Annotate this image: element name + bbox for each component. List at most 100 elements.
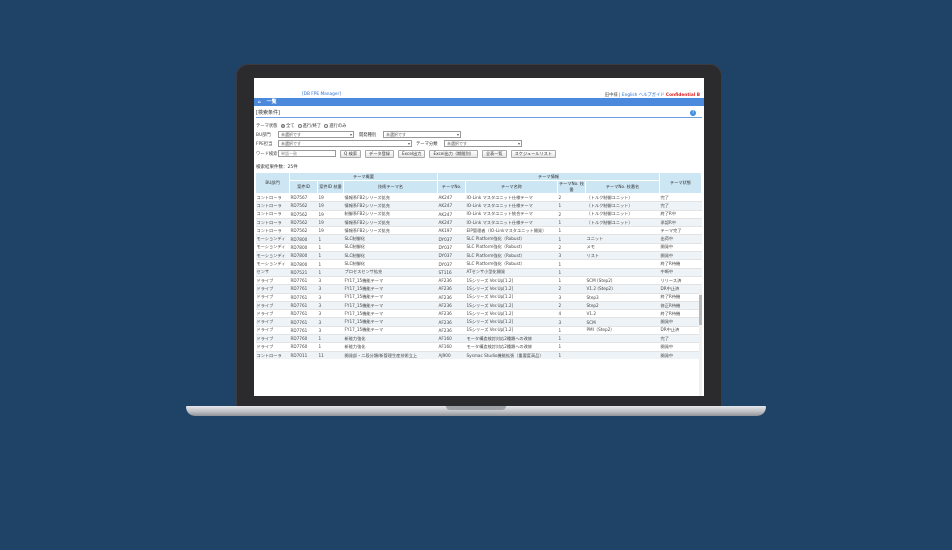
- all-list-button[interactable]: 全表一覧: [481, 149, 507, 158]
- col-case-id[interactable]: 案件ID: [289, 180, 318, 194]
- table-cell: 3: [557, 292, 586, 302]
- table-cell: DY037: [437, 234, 466, 244]
- word-label: ワード検索: [256, 151, 278, 157]
- table-row[interactable]: コントローラ RD7562 19 情報系FB2シリーズ拡充 AK197 EIP管理者（IO…: [255, 226, 702, 235]
- col-theme-branch-name[interactable]: テーマNo. 枝番名: [585, 180, 661, 194]
- table-cell: 情報系FB2シリーズ拡充: [343, 226, 438, 235]
- table-cell: 3: [557, 251, 586, 260]
- col-case-branch[interactable]: 案件ID 枝番: [317, 180, 344, 194]
- table-row[interactable]: ドライブ RD7761 3 FY17_15機能テーマ AF236 1Sシリーズ Ver.U…: [255, 275, 702, 285]
- table-cell: AF236: [437, 300, 466, 310]
- table-cell: AF236: [437, 317, 466, 327]
- dev-select[interactable]: 未選択です: [383, 131, 461, 138]
- table-cell: 開発部・二段分類/新管理生産技術立上: [343, 350, 438, 360]
- table-row[interactable]: モーションディ RD7800 1 SLC制御化 DY037 SLC Platform強化（…: [255, 242, 702, 252]
- table-cell: 1: [557, 226, 586, 235]
- table-cell: 1: [317, 267, 344, 277]
- excel-period-button[interactable]: Excel出力（期間別）: [429, 149, 478, 158]
- table-cell: 情報系FB2シリーズ拡充: [343, 192, 438, 202]
- header-links: 田中様 | English ヘルプガイド Confidential B: [604, 93, 700, 98]
- data-register-button[interactable]: データ登録: [365, 149, 394, 158]
- table-cell: 1: [557, 350, 586, 360]
- table-row[interactable]: ドライブ RD7761 3 FY17_15機能テーマ AF236 1Sシリーズ Ver.U…: [255, 317, 702, 327]
- table-cell: 開発中: [659, 251, 702, 260]
- table-row[interactable]: コントローラ RD7562 19 情報系FB2シリーズ拡充 AK247 IO-Link マ…: [255, 217, 702, 227]
- table-cell: SLC制御化: [343, 259, 438, 269]
- table-row[interactable]: ドライブ RD7761 3 FY17_15機能テーマ AF236 1Sシリーズ Ver.U…: [255, 325, 702, 335]
- table-row[interactable]: ドライブ RD7761 3 FY17_15機能テーマ AF236 1Sシリーズ Ver.U…: [255, 300, 702, 310]
- col-theme-no[interactable]: テーマNo.: [437, 180, 467, 194]
- radio-progress-end[interactable]: [297, 123, 302, 128]
- help-link[interactable]: ヘルプ: [639, 93, 652, 98]
- table-cell: 19: [317, 201, 344, 211]
- table-row[interactable]: センサ RD7521 1 プロセスセンサ拡充 ST116 ATセンサ小型化開発 1 中断中: [255, 267, 702, 277]
- col-tech-theme[interactable]: 技術テーマ名: [342, 180, 439, 194]
- bu-select[interactable]: 未選択です: [278, 131, 354, 138]
- app-name[interactable]: [DB FPE Manager]: [302, 92, 341, 97]
- table-cell: 完了: [659, 334, 702, 343]
- col-theme-branch[interactable]: テーマNo. 枝番: [557, 180, 587, 194]
- table-cell: AK247: [437, 217, 466, 227]
- table-cell: ドライブ: [255, 300, 290, 310]
- table-cell: コントローラ: [255, 350, 290, 360]
- table-cell: 終了R中: [659, 209, 702, 219]
- table-cell: 開発中: [659, 350, 702, 360]
- table-cell: ドライブ: [255, 334, 290, 343]
- fpe-select[interactable]: 未選択です: [278, 140, 412, 147]
- table-cell: RD7760: [289, 342, 318, 352]
- table-cell: 開発中: [659, 317, 702, 327]
- table-row[interactable]: モーションディ RD7800 1 SLC制御化 DY037 SLC Platform強化（…: [255, 251, 702, 260]
- language-link[interactable]: English: [622, 93, 638, 98]
- table-row[interactable]: コントローラ RD7567 19 情報系FB2シリーズ拡充 AK247 IO-Link マ…: [255, 192, 702, 202]
- word-input[interactable]: 単語一致: [278, 150, 336, 157]
- table-cell: コントローラ: [255, 226, 290, 235]
- table-cell: モーションディ: [255, 251, 290, 260]
- table-cell: 1Sシリーズ Ver.Up[1.2]: [465, 292, 558, 302]
- table-row[interactable]: ドライブ RD7760 1 新能力強化 AF160 モータ構造検討対応2種類への改修 1 完了: [255, 334, 702, 343]
- table-cell: IO-Link マスタユニット仕様テーマ: [465, 217, 558, 227]
- table-cell: ドライブ: [255, 284, 290, 294]
- table-row[interactable]: コントローラ RD7562 19 情報系FB2シリーズ拡充 AK247 IO-Link マ…: [255, 201, 702, 211]
- table-row[interactable]: ドライブ RD7761 3 FY17_15機能テーマ AF236 1Sシリーズ Ver.U…: [255, 284, 702, 294]
- table-cell: RD7761: [289, 284, 318, 294]
- schedule-list-button[interactable]: スケジュールリスト: [510, 149, 557, 158]
- table-row[interactable]: コントローラ RD7562 19 制御系FB2シリーズ拡充 AK247 IO-Link マ…: [255, 209, 702, 219]
- table-cell: SLC Platform強化（Robust）: [465, 259, 558, 269]
- table-cell: 新能力強化: [343, 334, 438, 343]
- guide-link[interactable]: ガイド: [652, 93, 665, 98]
- search-form: テーマ状態 全て 進行/終了 進行のみ BU部門 未選択です 開発種別 未選択で…: [254, 118, 704, 159]
- table-cell: モータ構造検討対応2種類への改修: [465, 334, 558, 343]
- scrollbar-thumb[interactable]: [699, 295, 702, 325]
- radio-progress-end-label: 進行/終了: [302, 123, 322, 129]
- table-cell: モータ構造検討対応2種類への改修: [465, 342, 558, 352]
- radio-progress-only[interactable]: [324, 123, 329, 128]
- col-theme-name[interactable]: テーマ名称: [465, 180, 559, 194]
- top-bar: [DB FPE Manager] 田中様 | English ヘルプガイド Co…: [254, 78, 704, 98]
- table-cell: DY037: [437, 251, 466, 260]
- table-scrollbar[interactable]: [699, 289, 702, 396]
- section-title-text: [検索条件]: [256, 110, 280, 116]
- table-row[interactable]: ドライブ RD7760 1 新能力強化 AF160 モータ構造検討対応2種類への改修 1 開発…: [255, 342, 702, 352]
- table-row[interactable]: ドライブ RD7761 3 FY17_15機能テーマ AF236 1Sシリーズ Ver.U…: [255, 309, 702, 318]
- col-theme-state[interactable]: テーマ状態: [659, 172, 703, 194]
- table-cell: AF236: [437, 284, 466, 294]
- table-cell: 承認R中: [659, 217, 702, 227]
- col-bu[interactable]: BU部門: [255, 172, 290, 194]
- table-cell: SLC Platform強化（Robust）: [465, 242, 558, 252]
- search-button[interactable]: Q 検索: [340, 149, 362, 158]
- theme-type-select[interactable]: 未選択です: [444, 140, 522, 147]
- table-row[interactable]: モーションディ RD7800 1 SLC制御化 DY037 SLC Platform強化（…: [255, 234, 702, 244]
- table-row[interactable]: モーションディ RD7800 1 SLC制御化 DY037 SLC Platform強化（…: [255, 259, 702, 269]
- table-row[interactable]: コントローラ RD7011 11 開発部・二段分類/新管理生産技術立上 AJ900 Sys…: [255, 350, 702, 360]
- nav-bar: ⌂ 一覧: [254, 98, 704, 106]
- table-row[interactable]: ドライブ RD7761 3 FY17_15機能テーマ AF236 1Sシリーズ Ver.U…: [255, 292, 702, 302]
- table-cell: FY17_15機能テーマ: [343, 309, 438, 318]
- help-icon[interactable]: ?: [690, 110, 696, 116]
- radio-all[interactable]: [281, 123, 285, 128]
- table-cell: [585, 226, 660, 235]
- excel-export-button[interactable]: Excel出力: [397, 149, 426, 158]
- home-icon[interactable]: ⌂: [258, 99, 261, 104]
- table-cell: RD7521: [289, 267, 318, 277]
- table-cell: リスト: [585, 251, 660, 260]
- table-cell: 1Sシリーズ Ver.Up[1.2]: [465, 325, 558, 335]
